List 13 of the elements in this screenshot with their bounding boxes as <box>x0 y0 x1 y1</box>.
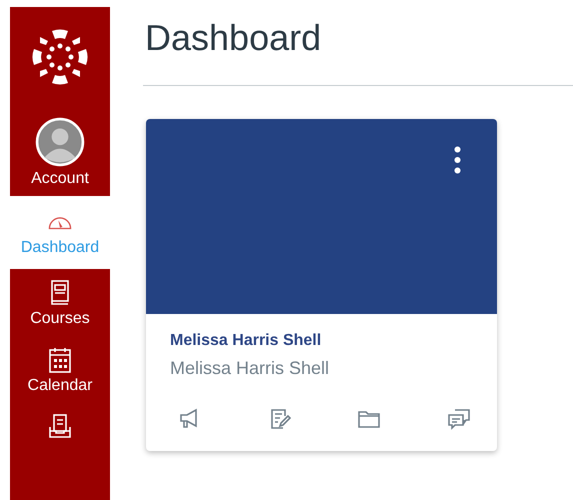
more-icon[interactable] <box>454 145 461 175</box>
calendar-icon <box>47 346 73 374</box>
nav-item[interactable]: Account <box>10 107 110 196</box>
course-card[interactable]: Melissa Harris Shell Melissa Harris Shell <box>146 119 497 451</box>
logo-icon[interactable] <box>30 27 90 87</box>
page-title: Dashboard <box>145 20 322 56</box>
inbox-icon <box>47 413 73 441</box>
chat-bubbles-icon[interactable] <box>446 407 471 431</box>
course-title-link[interactable]: Melissa Harris Shell <box>170 332 473 350</box>
nav-item[interactable]: Calendar <box>10 336 110 403</box>
avatar-icon <box>35 117 85 167</box>
nav-item[interactable]: Courses <box>10 269 110 336</box>
course-subtitle: Melissa Harris Shell <box>170 358 330 379</box>
